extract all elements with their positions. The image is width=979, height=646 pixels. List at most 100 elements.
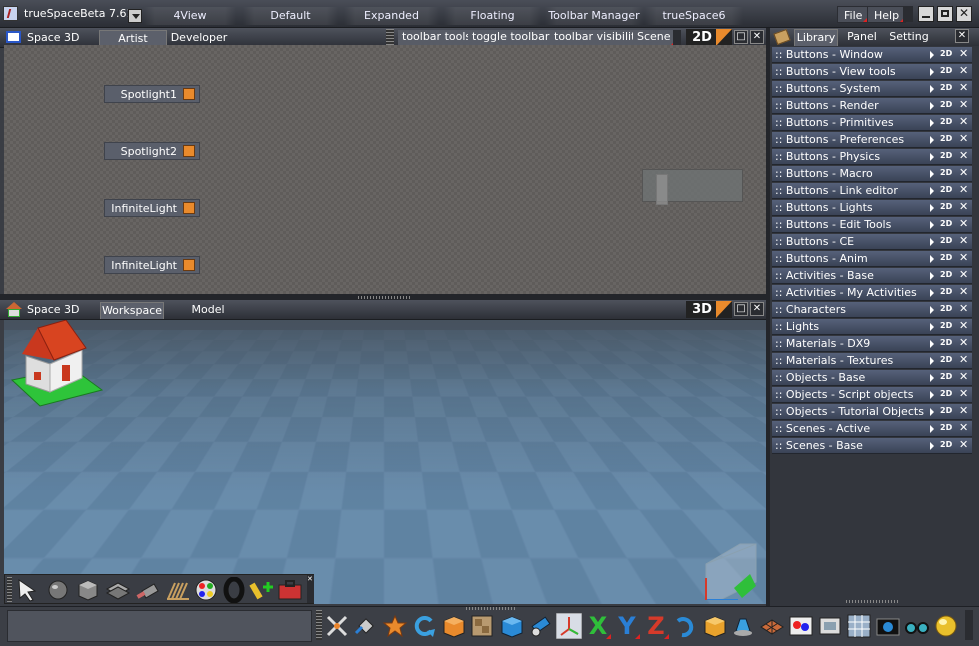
row-close-icon[interactable]: ✕ — [959, 64, 968, 77]
material-icon[interactable] — [469, 613, 495, 639]
close-icon[interactable]: ✕ — [956, 6, 972, 22]
layout-tab-truespace6[interactable]: trueSpace6 — [645, 7, 743, 25]
file-menu[interactable]: File — [837, 6, 870, 23]
uv-map-icon[interactable] — [788, 613, 814, 639]
row-close-icon[interactable]: ✕ — [959, 319, 968, 332]
axis-gizmo[interactable] — [704, 542, 760, 600]
toolbar-grip[interactable] — [7, 577, 12, 602]
expand-arrow-icon[interactable] — [930, 306, 934, 314]
expand-arrow-icon[interactable] — [930, 153, 934, 161]
expand-arrow-icon[interactable] — [930, 272, 934, 280]
splitter-grip[interactable] — [358, 296, 410, 299]
pointer-arrow-icon[interactable] — [15, 577, 41, 603]
library-item[interactable]: :: Buttons - Preferences 2D ✕ — [772, 132, 972, 148]
menu-dropdown-icon[interactable] — [903, 6, 913, 22]
row-2d-toggle[interactable]: 2D — [940, 389, 952, 398]
expand-arrow-icon[interactable] — [930, 187, 934, 195]
row-close-icon[interactable]: ✕ — [959, 387, 968, 400]
row-close-icon[interactable]: ✕ — [959, 115, 968, 128]
library-item[interactable]: :: Buttons - Primitives 2D ✕ — [772, 115, 972, 131]
row-2d-toggle[interactable]: 2D — [940, 151, 952, 160]
library-item[interactable]: :: Buttons - Render 2D ✕ — [772, 98, 972, 114]
brush-icon[interactable] — [135, 577, 161, 603]
layout-tab-4view[interactable]: 4View — [144, 7, 236, 25]
row-2d-toggle[interactable]: 2D — [940, 202, 952, 211]
glasses-icon[interactable] — [904, 613, 930, 639]
node-spotlight1[interactable]: Spotlight1 — [104, 85, 200, 103]
row-close-icon[interactable]: ✕ — [959, 353, 968, 366]
tools-icon[interactable] — [324, 613, 350, 639]
expand-arrow-icon[interactable] — [930, 340, 934, 348]
toolbox-icon[interactable] — [277, 577, 303, 603]
expand-arrow-icon[interactable] — [930, 221, 934, 229]
library-item[interactable]: :: Buttons - Window 2D ✕ — [772, 47, 972, 63]
row-2d-toggle[interactable]: 2D — [940, 66, 952, 75]
layout-tab-floating[interactable]: Floating — [444, 7, 541, 25]
tab-setting[interactable]: Setting — [886, 29, 932, 46]
close-panel-icon[interactable]: ✕ — [750, 30, 764, 44]
library-item[interactable]: :: Objects - Base 2D ✕ — [772, 370, 972, 386]
toolbar-close-icon[interactable]: ✕ — [307, 575, 314, 603]
texture-grid-icon[interactable] — [846, 613, 872, 639]
layout-tab-toolbar-manager[interactable]: Toolbar Manager — [545, 7, 643, 25]
row-2d-toggle[interactable]: 2D — [940, 287, 952, 296]
expand-arrow-icon[interactable] — [930, 442, 934, 450]
library-item[interactable]: :: Buttons - Macro 2D ✕ — [772, 166, 972, 182]
help-menu[interactable]: Help — [867, 6, 907, 23]
view-mode-3d[interactable]: 3D — [686, 301, 718, 318]
row-close-icon[interactable]: ✕ — [959, 217, 968, 230]
maximize-panel-icon[interactable]: □ — [734, 30, 748, 44]
expand-arrow-icon[interactable] — [930, 68, 934, 76]
row-close-icon[interactable]: ✕ — [959, 268, 968, 281]
expand-arrow-icon[interactable] — [930, 119, 934, 127]
toolbar-scroll-icon[interactable] — [965, 610, 973, 640]
torus-icon[interactable] — [221, 577, 247, 603]
library-item[interactable]: :: Buttons - CE 2D ✕ — [772, 234, 972, 250]
box-stack-icon[interactable] — [440, 613, 466, 639]
expand-arrow-icon[interactable] — [930, 51, 934, 59]
node-port-icon[interactable] — [183, 88, 195, 100]
expand-arrow-icon[interactable] — [930, 357, 934, 365]
house-model[interactable] — [10, 320, 106, 410]
undo-curl-icon[interactable] — [672, 613, 698, 639]
box-orange-icon[interactable] — [701, 613, 727, 639]
maximize-panel-icon[interactable]: □ — [734, 302, 748, 316]
library-item[interactable]: :: Scenes - Active 2D ✕ — [772, 421, 972, 437]
row-close-icon[interactable]: ✕ — [959, 200, 968, 213]
scene-link[interactable]: Scene — [633, 30, 675, 46]
row-2d-toggle[interactable]: 2D — [940, 185, 952, 194]
row-2d-toggle[interactable]: 2D — [940, 406, 952, 415]
node-port-icon[interactable] — [183, 259, 195, 271]
view-mode-2d[interactable]: 2D — [686, 29, 718, 46]
workspace-3d-view[interactable]: ✕ — [4, 320, 766, 604]
sphere-icon[interactable] — [45, 577, 71, 603]
library-item[interactable]: :: Activities - Base 2D ✕ — [772, 268, 972, 284]
expand-arrow-icon[interactable] — [930, 204, 934, 212]
library-item[interactable]: :: Scenes - Base 2D ✕ — [772, 438, 972, 454]
expand-arrow-icon[interactable] — [930, 170, 934, 178]
navigator-box[interactable] — [642, 169, 743, 205]
row-2d-toggle[interactable]: 2D — [940, 134, 952, 143]
camera-icon[interactable] — [875, 613, 901, 639]
plane-icon[interactable] — [105, 577, 131, 603]
expand-arrow-icon[interactable] — [930, 391, 934, 399]
expand-arrow-icon[interactable] — [930, 289, 934, 297]
cube-blue-icon[interactable] — [498, 613, 524, 639]
node-infinitelight-2[interactable]: InfiniteLight — [104, 256, 200, 274]
expand-arrow-icon[interactable] — [930, 323, 934, 331]
explode-icon[interactable] — [382, 613, 408, 639]
row-close-icon[interactable]: ✕ — [959, 438, 968, 451]
toolbar-visibility-link[interactable]: toolbar visibility — [550, 30, 646, 46]
color-palette-icon[interactable] — [193, 577, 219, 603]
library-item[interactable]: :: Objects - Tutorial Objects 2D ✕ — [772, 404, 972, 420]
library-item[interactable]: :: Buttons - View tools 2D ✕ — [772, 64, 972, 80]
axis-x-icon[interactable]: X — [585, 613, 611, 639]
row-close-icon[interactable]: ✕ — [959, 47, 968, 60]
expand-arrow-icon[interactable] — [930, 255, 934, 263]
row-2d-toggle[interactable]: 2D — [940, 49, 952, 58]
view-options-icon[interactable] — [716, 301, 732, 318]
row-close-icon[interactable]: ✕ — [959, 370, 968, 383]
row-2d-toggle[interactable]: 2D — [940, 253, 952, 262]
grid-plane-icon[interactable] — [759, 613, 785, 639]
expand-arrow-icon[interactable] — [930, 136, 934, 144]
